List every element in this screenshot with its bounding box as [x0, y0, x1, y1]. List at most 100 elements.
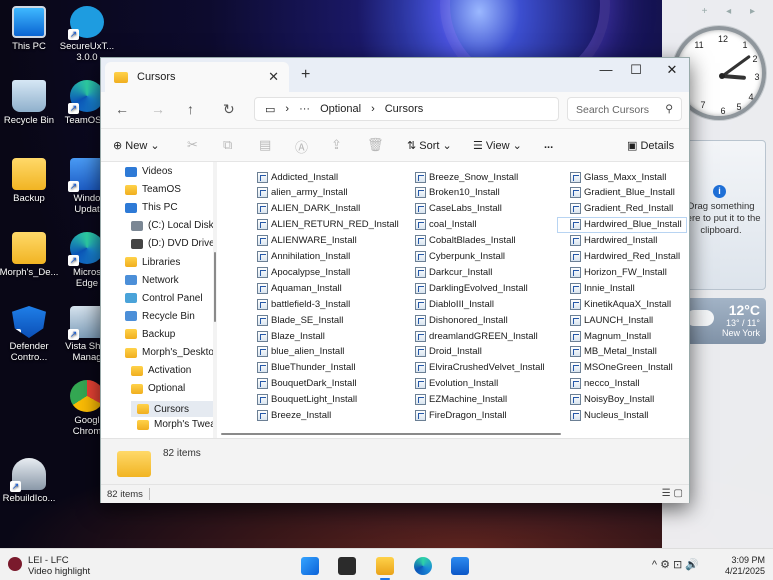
tab-cursors[interactable]: Cursors ✕ [105, 62, 289, 92]
desktop-icon-backup[interactable]: Backup [0, 158, 60, 204]
file-item[interactable]: Broken10_Install [415, 186, 500, 200]
nav-item-cursors[interactable]: Cursors [131, 401, 213, 418]
file-item[interactable]: Hardwired_Red_Install [570, 250, 680, 264]
close-tab-icon[interactable]: ✕ [268, 69, 279, 85]
nav-item-teamos[interactable]: TeamOS [125, 184, 181, 195]
file-item[interactable]: Blaze_Install [257, 329, 325, 343]
more-locations-icon[interactable]: ··· [299, 103, 310, 115]
file-item[interactable]: EZMachine_Install [415, 393, 507, 407]
cut-icon[interactable]: ✂ [187, 137, 198, 153]
nav-item-activation[interactable]: Activation [131, 365, 191, 376]
nav-scrollbar[interactable] [213, 162, 217, 438]
address-bar[interactable]: ▭ › ··· Optional › Cursors [254, 97, 559, 121]
file-item[interactable]: FireDragon_Install [415, 409, 507, 423]
details-button[interactable]: ▣ Details [627, 139, 674, 152]
file-item[interactable]: Gradient_Blue_Install [570, 186, 675, 200]
nav-item-network[interactable]: Network [125, 275, 179, 286]
file-item[interactable]: CobaltBlades_Install [415, 234, 516, 248]
file-item[interactable]: DarklingEvolved_Install [415, 281, 528, 295]
file-item[interactable]: ElviraCrushedVelvet_Install [415, 361, 545, 375]
file-item[interactable]: BouquetDark_Install [257, 377, 357, 391]
rename-icon[interactable]: Ⓐ [295, 137, 308, 156]
file-item[interactable]: Hardwired_Install [570, 234, 657, 248]
system-tray[interactable]: ^ ⚙ ⊡ 🔊 [652, 558, 699, 571]
file-item[interactable]: battlefield-3_Install [257, 297, 350, 311]
file-item[interactable]: blue_alien_Install [257, 345, 344, 359]
nav-item-morph-s-deskto[interactable]: Morph's_Deskto [125, 347, 213, 358]
maximize-button[interactable]: ☐ [621, 62, 651, 78]
file-item[interactable]: BouquetLight_Install [257, 393, 357, 407]
search-input[interactable]: Search Cursors ⚲ [567, 97, 682, 121]
file-item[interactable]: ALIENWARE_Install [257, 234, 357, 248]
file-item[interactable]: Magnum_Install [570, 329, 651, 343]
file-item[interactable]: Dishonored_Install [415, 313, 508, 327]
file-item[interactable]: Cyberpunk_Install [415, 250, 505, 264]
new-button[interactable]: ⊕ New ⌄ [113, 139, 160, 152]
nav-item-optional[interactable]: Optional [131, 383, 185, 394]
file-item[interactable]: Breeze_Snow_Install [415, 170, 518, 184]
nav-item-recycle-bin[interactable]: Recycle Bin [125, 311, 195, 322]
sort-button[interactable]: ⇅ Sort ⌄ [407, 139, 452, 152]
back-icon[interactable]: ← [115, 101, 129, 117]
file-item[interactable]: coal_Install [415, 218, 477, 232]
file-item[interactable]: Nucleus_Install [570, 409, 648, 423]
file-item[interactable]: dreamlandGREEN_Install [415, 329, 538, 343]
desktop-icon-recycle-bin[interactable]: Recycle Bin [0, 80, 60, 126]
new-tab-button[interactable]: + [301, 66, 310, 84]
view-toggle-icons[interactable]: ☰ ▢ [662, 488, 683, 499]
breadcrumb-optional[interactable]: Optional [320, 103, 361, 115]
file-item[interactable]: DiabloIII_Install [415, 297, 494, 311]
file-item[interactable]: ALIEN_RETURN_RED_Install [257, 218, 399, 232]
file-item[interactable]: Aquaman_Install [257, 281, 342, 295]
file-item[interactable]: ALIEN_DARK_Install [257, 202, 360, 216]
nav-item-this-pc[interactable]: This PC [125, 202, 178, 213]
file-item[interactable]: MB_Metal_Install [570, 345, 657, 359]
desktop-icon-rebuildicon[interactable]: ↗ RebuildIco... [0, 458, 60, 504]
nav-item--c-local-disk[interactable]: (C:) Local Disk [131, 220, 213, 231]
view-button[interactable]: ☰ View ⌄ [473, 139, 522, 152]
taskbar-clock[interactable]: 3:09 PM 4/21/2025 [725, 555, 765, 577]
task-view-icon[interactable] [338, 557, 356, 575]
nav-item-libraries[interactable]: Libraries [125, 257, 180, 268]
file-item[interactable]: BlueThunder_Install [257, 361, 356, 375]
file-item[interactable]: Breeze_Install [257, 409, 331, 423]
news-widget[interactable]: LEI - LFC Video highlight [8, 555, 90, 577]
start-icon[interactable] [301, 557, 319, 575]
file-item[interactable]: Glass_Maxx_Install [570, 170, 666, 184]
file-item[interactable]: Darkcur_Install [415, 265, 492, 279]
forward-icon[interactable]: → [151, 101, 165, 117]
refresh-icon[interactable]: ↻ [223, 101, 235, 118]
desktop-icon-morphs-desktop[interactable]: Morph's_De... [0, 232, 60, 278]
file-item[interactable]: KinetikAquaX_Install [570, 297, 671, 311]
file-list-scrollbar[interactable] [221, 432, 689, 436]
file-explorer-icon[interactable] [376, 557, 394, 575]
file-item[interactable]: Gradient_Red_Install [570, 202, 673, 216]
minimize-button[interactable]: — [591, 62, 621, 77]
desktop-icon-this-pc[interactable]: This PC [0, 6, 60, 52]
nav-item--d-dvd-drive[interactable]: (D:) DVD Drive [131, 238, 213, 249]
nav-item-morph-s-twea[interactable]: Morph's Twea [137, 419, 213, 430]
file-item[interactable]: Droid_Install [415, 345, 482, 359]
desktop-icon-defender-control[interactable]: ↗ Defender Contro... [0, 306, 60, 363]
paste-icon[interactable]: ▤ [259, 137, 271, 153]
file-item[interactable]: Innie_Install [570, 281, 635, 295]
file-item[interactable]: CaseLabs_Install [415, 202, 502, 216]
file-item[interactable]: Hardwired_Blue_Install [557, 216, 687, 233]
file-item[interactable]: necco_Install [570, 377, 639, 391]
file-item[interactable]: Annihilation_Install [257, 250, 350, 264]
nav-item-videos[interactable]: Videos [125, 166, 172, 177]
breadcrumb-cursors[interactable]: Cursors [385, 103, 424, 115]
file-item[interactable]: LAUNCH_Install [570, 313, 653, 327]
copy-icon[interactable]: ⧉ [223, 137, 232, 153]
share-icon[interactable]: ⇪ [331, 137, 342, 153]
file-item[interactable]: Horizon_FW_Install [570, 265, 667, 279]
delete-icon[interactable]: 🗑 [367, 137, 384, 153]
close-window-button[interactable]: ✕ [657, 62, 687, 78]
file-item[interactable]: alien_army_Install [257, 186, 348, 200]
sidebar-controls[interactable]: + ◂ ▸ [702, 6, 763, 17]
store-icon[interactable] [451, 557, 469, 575]
up-icon[interactable]: ↑ [187, 101, 194, 117]
file-item[interactable]: NoisyBoy_Install [570, 393, 654, 407]
more-options-button[interactable]: ... [544, 139, 553, 151]
edge-icon[interactable] [414, 557, 432, 575]
